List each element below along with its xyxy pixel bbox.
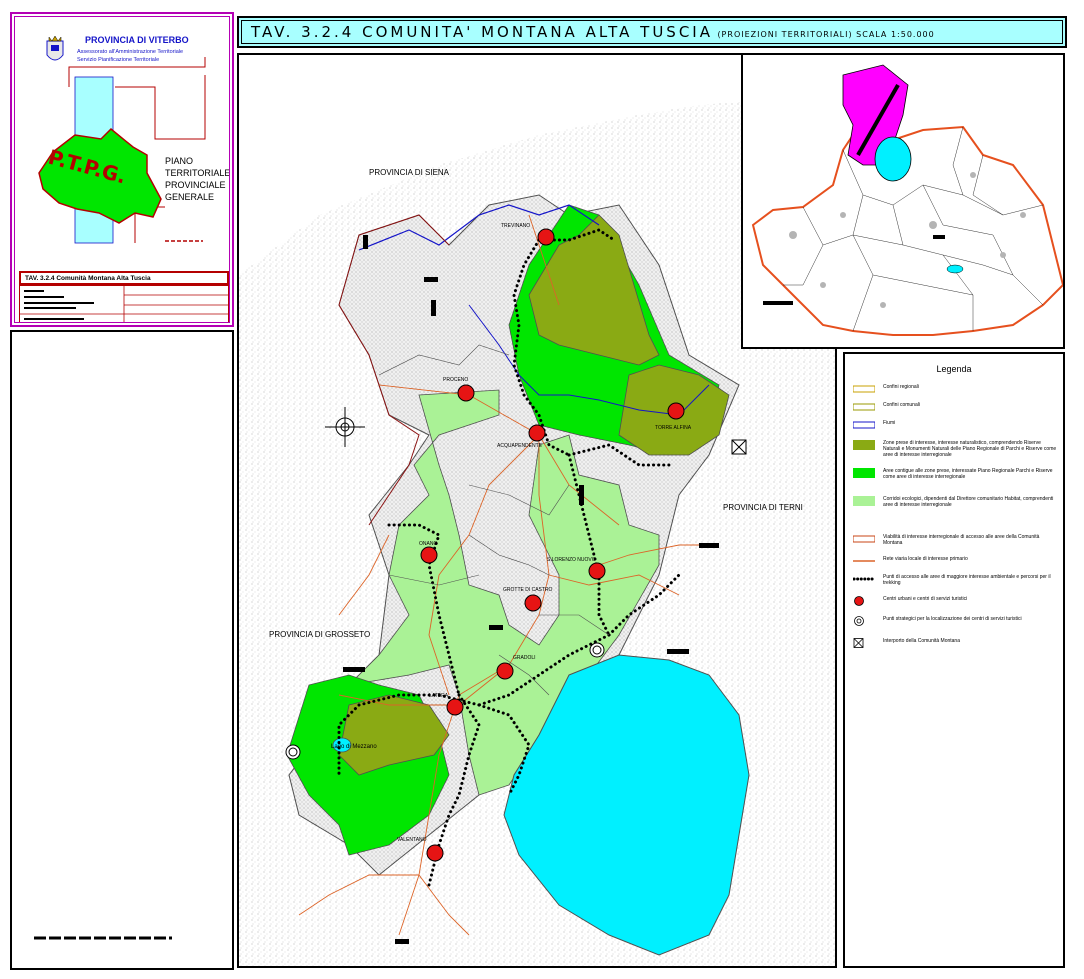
- legend-item-interporto: Interporto della Comunità Montana: [853, 638, 1059, 662]
- inset-lake-bolsena: [874, 136, 912, 182]
- legend-item-punti-strategici: Punti strategici per la localizzazione d…: [853, 616, 1059, 640]
- title-block-table: [19, 285, 229, 322]
- map-subtitle: (PROIEZIONI TERRITORIALI) SCALA 1:50.000: [717, 30, 935, 39]
- legend-swatch: [853, 468, 875, 478]
- legend-swatch: [853, 560, 875, 562]
- town-proceno: [457, 384, 475, 402]
- notes-panel: [10, 330, 234, 970]
- map-title-bar: TAV. 3.2.4 COMUNITA' MONTANA ALTA TUSCIA…: [237, 16, 1067, 48]
- inset-map-svg: [751, 64, 1063, 336]
- label-s-lorenzo-nuovo: S.LORENZO NUOVO: [547, 557, 596, 563]
- legend-item-aree-contigue: Aree contigue alle zone prese, interessa…: [853, 468, 1059, 492]
- legend-swatch: [853, 385, 875, 393]
- legend-item-viabilita-interregionale: Viabilità di interesse interregionale di…: [853, 534, 1059, 558]
- scale-bar: [34, 936, 172, 940]
- town-torre-alfina: [667, 402, 685, 420]
- legend-swatch: [853, 440, 875, 450]
- label-gradoli: GRADOLI: [513, 655, 536, 661]
- town-trevinano: [537, 228, 555, 246]
- table-grid: [20, 286, 228, 322]
- inset-lake-vico: [946, 264, 964, 274]
- legend-title: Legenda: [936, 364, 972, 374]
- legend-swatch: [853, 638, 864, 648]
- town-acquapendente: [528, 424, 546, 442]
- label-proceno: PROCENO: [443, 377, 468, 383]
- label-trevinano: TREVINANO: [501, 223, 530, 229]
- town-onano: [420, 546, 438, 564]
- legend-swatch: [853, 403, 875, 411]
- legend-swatch: [853, 577, 875, 581]
- punto-strategico-east: [589, 642, 605, 658]
- interporto-icon: [731, 439, 747, 455]
- label-provincia-terni: PROVINCIA DI TERNI: [723, 503, 803, 512]
- legend-swatch: [853, 421, 875, 429]
- town-gradoli: [496, 662, 514, 680]
- label-acquapendente: ACQUAPENDENTE: [497, 443, 543, 449]
- map-title: TAV. 3.2.4 COMUNITA' MONTANA ALTA TUSCIA: [251, 23, 713, 41]
- label-onano: ONANO: [419, 541, 437, 547]
- legend-item-trekking: Punti di accesso alle aree di maggiore i…: [853, 574, 1059, 598]
- label-provincia-siena: PROVINCIA DI SIENA: [369, 168, 450, 177]
- punto-strategico-west: [285, 744, 301, 760]
- legend-swatch: [853, 535, 875, 543]
- legend-item-zone-protette: Zone prese di interesse, interesse natur…: [853, 440, 1059, 464]
- town-s-lorenzo-nuovo: [588, 562, 606, 580]
- inset-scale-bar: [763, 301, 793, 305]
- title-block: PROVINCIA DI VITERBO Assessorato all'Amm…: [10, 12, 234, 327]
- legend-swatch: [853, 496, 875, 506]
- town-latera: [446, 698, 464, 716]
- label-latera: LATERA: [429, 693, 449, 699]
- legend-swatch: [854, 616, 864, 626]
- label-torre-alfina: TORRE ALFINA: [655, 425, 692, 431]
- ptpg-plan-name: PIANO TERRITORIALE PROVINCIALE GENERALE: [165, 156, 230, 202]
- inset-marker: [933, 235, 945, 239]
- town-valentano: [426, 844, 444, 862]
- ptpg-logo-graphic: P.T.P.G.: [38, 57, 206, 244]
- legend-swatch: [854, 596, 864, 606]
- label-provincia-grosseto: PROVINCIA DI GROSSETO: [269, 630, 370, 639]
- legend-panel: Legenda Confini regionali Confini comuna…: [843, 352, 1065, 968]
- label-lago-mezzano: Lago di Mezzano: [331, 744, 377, 750]
- inset-map: [741, 53, 1065, 349]
- label-valentano: VALENTANO: [397, 837, 427, 843]
- town-grotte-di-castro: [524, 594, 542, 612]
- legend-item-corridoi: Corridoi ecologici, dipendenti dal Diret…: [853, 496, 1059, 532]
- label-grotte-di-castro: GROTTE DI CASTRO: [503, 587, 553, 593]
- tavola-caption: TAV. 3.2.4 Comunità Montana Alta Tuscia: [19, 271, 229, 285]
